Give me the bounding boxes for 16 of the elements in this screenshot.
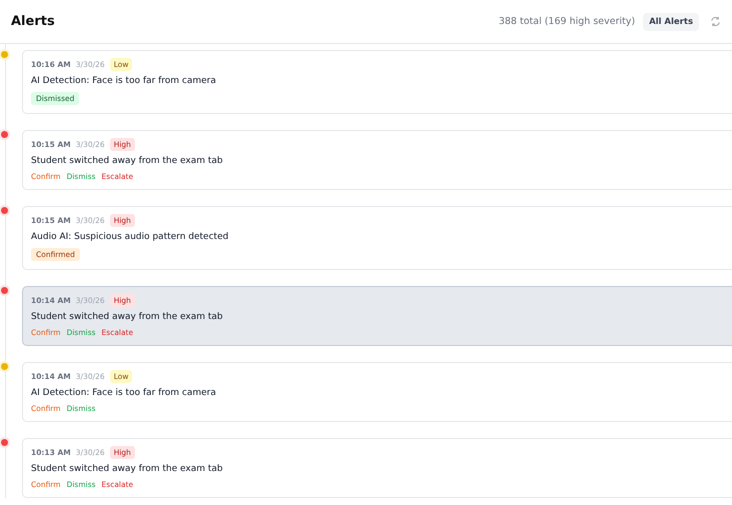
alert-message: AI Detection: Face is too far from camera [31,76,217,86]
alert-message: Student switched away from the exam tab [31,464,224,474]
alert-message: AI Detection: Face is too far from camera [31,388,217,398]
alert-message: Student switched away from the exam tab [31,156,224,166]
alert-summary: 388 total (169 high severity) [498,16,636,27]
alert-message: Audio AI: Suspicious audio pattern detected [31,232,230,242]
timeline-dot [1,287,8,294]
timeline-dot [1,363,8,370]
alert-message: Student switched away from the exam tab [31,312,224,322]
timeline-dot [1,207,8,214]
filter-button[interactable]: All Alerts [643,12,699,30]
refresh-icon[interactable] [710,16,721,27]
timeline-dot [1,51,8,58]
timeline-dot [1,439,8,446]
timeline-dot [1,131,8,138]
page-title: Alerts [11,14,55,29]
